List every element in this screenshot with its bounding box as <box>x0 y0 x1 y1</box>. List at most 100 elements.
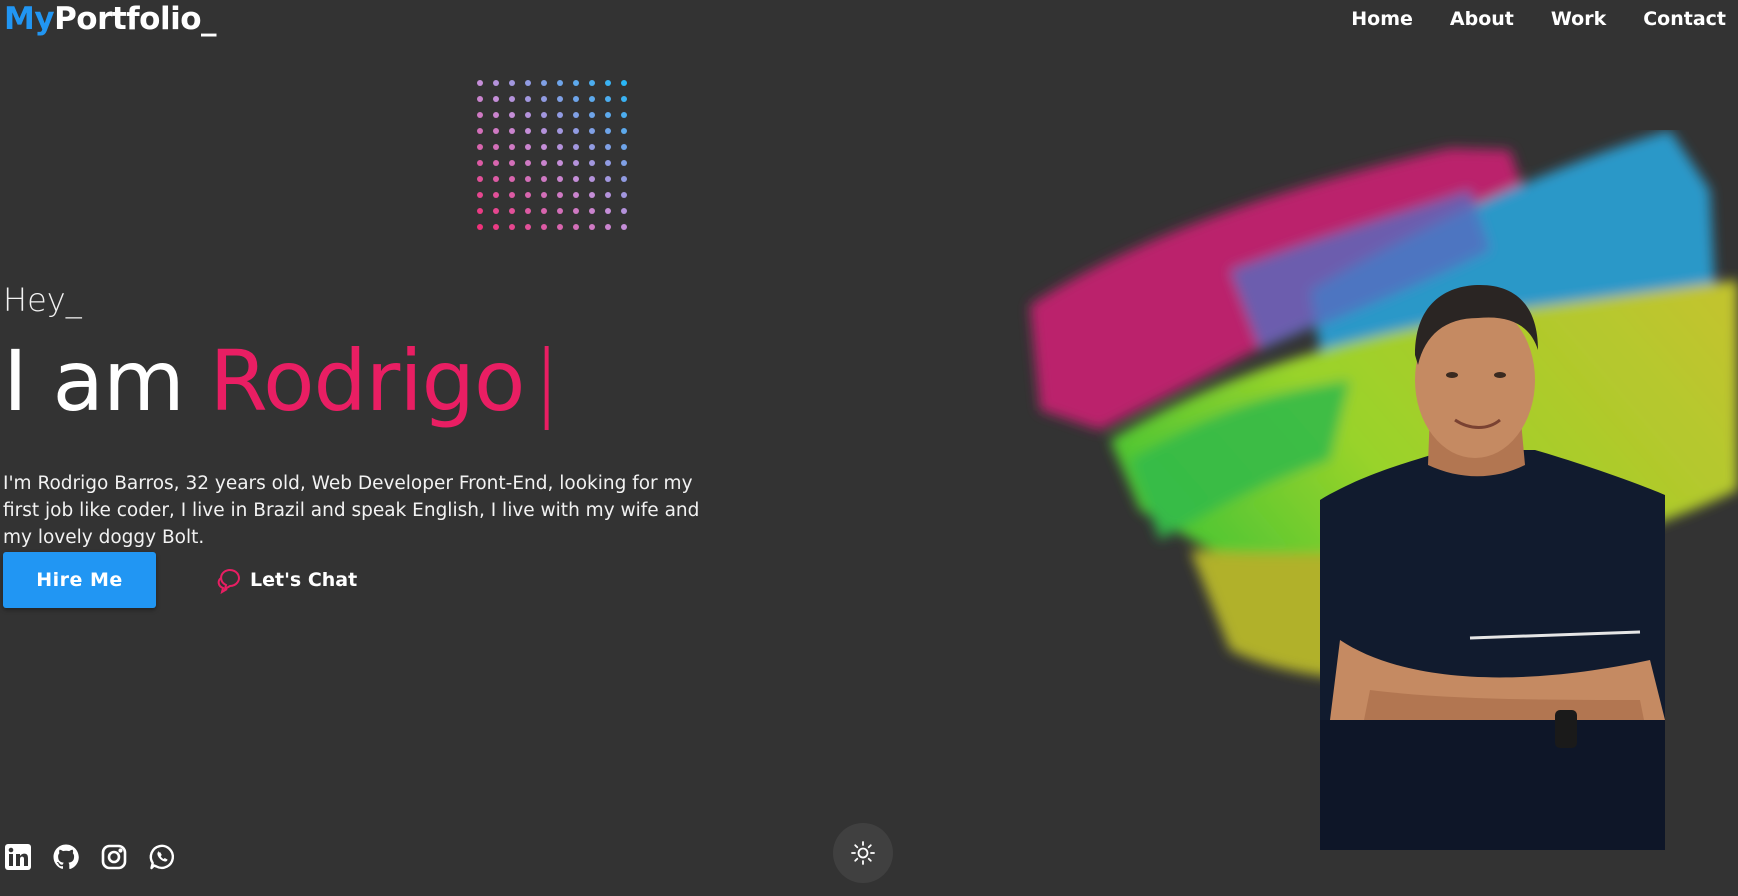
grid-dot <box>573 224 579 230</box>
main-nav: Home About Work Contact <box>1314 8 1726 30</box>
grid-dot <box>493 144 499 150</box>
grid-dot <box>493 176 499 182</box>
grid-dot <box>605 80 611 86</box>
grid-dot <box>541 224 547 230</box>
grid-dot <box>509 128 515 134</box>
grid-dot <box>621 192 627 198</box>
grid-dot <box>573 176 579 182</box>
grid-dot <box>621 208 627 214</box>
grid-dot <box>493 208 499 214</box>
grid-dot <box>509 112 515 118</box>
social-links <box>4 843 196 871</box>
grid-dot <box>589 128 595 134</box>
grid-dot <box>589 96 595 102</box>
grid-dot <box>477 224 483 230</box>
grid-dot <box>605 96 611 102</box>
grid-dot <box>509 208 515 214</box>
grid-dot <box>477 160 483 166</box>
grid-dot <box>493 112 499 118</box>
theme-toggle-button[interactable] <box>833 823 893 883</box>
typing-cursor: | <box>532 332 560 430</box>
grid-dot <box>525 192 531 198</box>
grid-dot <box>525 128 531 134</box>
whatsapp-icon <box>149 844 174 870</box>
grid-dot <box>477 144 483 150</box>
grid-dot <box>541 96 547 102</box>
grid-dot <box>557 192 563 198</box>
grid-dot <box>509 176 515 182</box>
chat-bubble-icon <box>217 569 240 594</box>
grid-dot <box>541 208 547 214</box>
grid-dot <box>589 80 595 86</box>
grid-dot <box>573 96 579 102</box>
grid-dot <box>493 192 499 198</box>
grid-dot <box>557 128 563 134</box>
grid-dot <box>541 128 547 134</box>
sun-icon <box>851 841 875 865</box>
grid-dot <box>621 96 627 102</box>
grid-dot <box>541 112 547 118</box>
grid-dot <box>573 144 579 150</box>
grid-dot <box>477 80 483 86</box>
grid-dot <box>493 224 499 230</box>
github-icon <box>53 844 79 870</box>
grid-dot <box>589 192 595 198</box>
grid-dot <box>589 112 595 118</box>
grid-dot <box>605 144 611 150</box>
whatsapp-link[interactable] <box>148 843 176 871</box>
grid-dot <box>589 224 595 230</box>
grid-dot <box>557 80 563 86</box>
instagram-link[interactable] <box>100 843 128 871</box>
grid-dot <box>493 96 499 102</box>
grid-dot <box>573 208 579 214</box>
logo[interactable]: MyPortfolio_ <box>4 1 217 37</box>
nav-about[interactable]: About <box>1450 8 1514 30</box>
dot-grid-decoration <box>477 80 627 230</box>
github-link[interactable] <box>52 843 80 871</box>
grid-dot <box>605 112 611 118</box>
grid-dot <box>525 224 531 230</box>
headline-name: Rodrigo <box>209 332 525 430</box>
logo-text: Portfolio_ <box>54 1 217 37</box>
grid-dot <box>557 112 563 118</box>
grid-dot <box>541 144 547 150</box>
grid-dot <box>573 160 579 166</box>
hire-me-button[interactable]: Hire Me <box>3 552 156 608</box>
headline-prefix: I am <box>3 332 185 430</box>
grid-dot <box>621 176 627 182</box>
lets-chat-link[interactable]: Let's Chat <box>214 562 357 598</box>
headline: I am Rodrigo| <box>3 331 561 431</box>
grid-dot <box>525 176 531 182</box>
lets-chat-label: Let's Chat <box>250 569 358 591</box>
grid-dot <box>621 224 627 230</box>
grid-dot <box>621 112 627 118</box>
grid-dot <box>525 160 531 166</box>
nav-contact[interactable]: Contact <box>1643 8 1726 30</box>
grid-dot <box>605 128 611 134</box>
grid-dot <box>589 144 595 150</box>
linkedin-link[interactable] <box>4 843 32 871</box>
grid-dot <box>557 96 563 102</box>
grid-dot <box>525 80 531 86</box>
grid-dot <box>605 208 611 214</box>
logo-accent: My <box>4 1 55 37</box>
nav-home[interactable]: Home <box>1351 8 1413 30</box>
grid-dot <box>525 208 531 214</box>
nav-work[interactable]: Work <box>1551 8 1606 30</box>
grid-dot <box>621 160 627 166</box>
grid-dot <box>573 192 579 198</box>
grid-dot <box>525 112 531 118</box>
grid-dot <box>605 224 611 230</box>
grid-dot <box>605 160 611 166</box>
grid-dot <box>477 128 483 134</box>
grid-dot <box>621 144 627 150</box>
grid-dot <box>621 128 627 134</box>
grid-dot <box>541 80 547 86</box>
grid-dot <box>557 176 563 182</box>
profile-photo <box>1320 285 1665 850</box>
grid-dot <box>525 144 531 150</box>
linkedin-icon <box>5 844 31 870</box>
grid-dot <box>509 224 515 230</box>
grid-dot <box>477 176 483 182</box>
grid-dot <box>493 128 499 134</box>
